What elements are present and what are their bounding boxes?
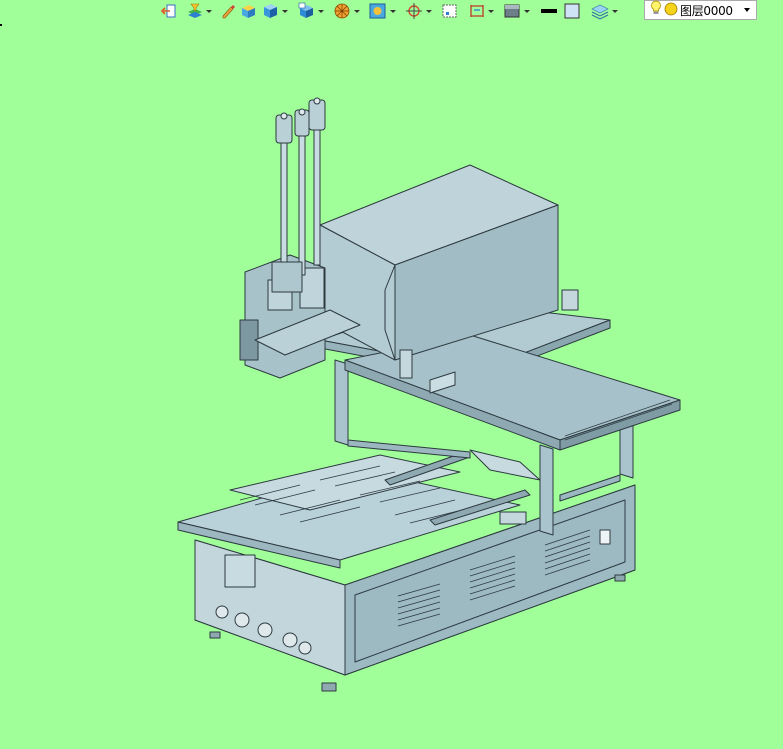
view-toolbar xyxy=(160,0,618,22)
line-color-icon[interactable] xyxy=(538,1,560,21)
layer-stack-dropdown[interactable] xyxy=(612,1,618,21)
view-cube-dropdown[interactable] xyxy=(318,1,324,21)
material-icon[interactable] xyxy=(502,1,522,21)
box-icon[interactable] xyxy=(260,1,280,21)
render-sphere-icon[interactable] xyxy=(332,1,352,21)
layer-filter-dropdown[interactable] xyxy=(206,1,212,21)
orbit-dropdown[interactable] xyxy=(426,1,432,21)
frame-icon[interactable] xyxy=(440,1,460,21)
machine-3d-model xyxy=(177,97,681,692)
layer-stack-icon[interactable] xyxy=(590,1,610,21)
layer-select[interactable]: 图层0000 xyxy=(644,0,757,20)
layer-name: 图层0000 xyxy=(680,3,733,18)
dimension-dropdown[interactable] xyxy=(488,1,494,21)
solid-shaded-icon[interactable] xyxy=(238,1,258,21)
dimension-icon[interactable] xyxy=(468,1,486,21)
sketch-icon[interactable] xyxy=(220,1,236,21)
fill-color-icon[interactable] xyxy=(562,1,582,21)
viewport-marker xyxy=(0,24,2,26)
view-cube-icon[interactable] xyxy=(296,1,316,21)
layer-status-icon[interactable] xyxy=(664,1,678,20)
layer-filter-icon[interactable] xyxy=(186,1,204,21)
cad-viewport[interactable]: 图层0000 xyxy=(0,0,783,749)
box-dropdown[interactable] xyxy=(282,1,288,21)
orbit-icon[interactable] xyxy=(404,1,424,21)
section-dropdown[interactable] xyxy=(390,1,396,21)
material-dropdown[interactable] xyxy=(524,1,530,21)
lightbulb-icon[interactable] xyxy=(650,0,662,20)
section-icon[interactable] xyxy=(368,1,388,21)
back-view-icon[interactable] xyxy=(160,1,178,21)
render-dropdown[interactable] xyxy=(354,1,360,21)
chevron-down-icon[interactable] xyxy=(744,8,750,12)
